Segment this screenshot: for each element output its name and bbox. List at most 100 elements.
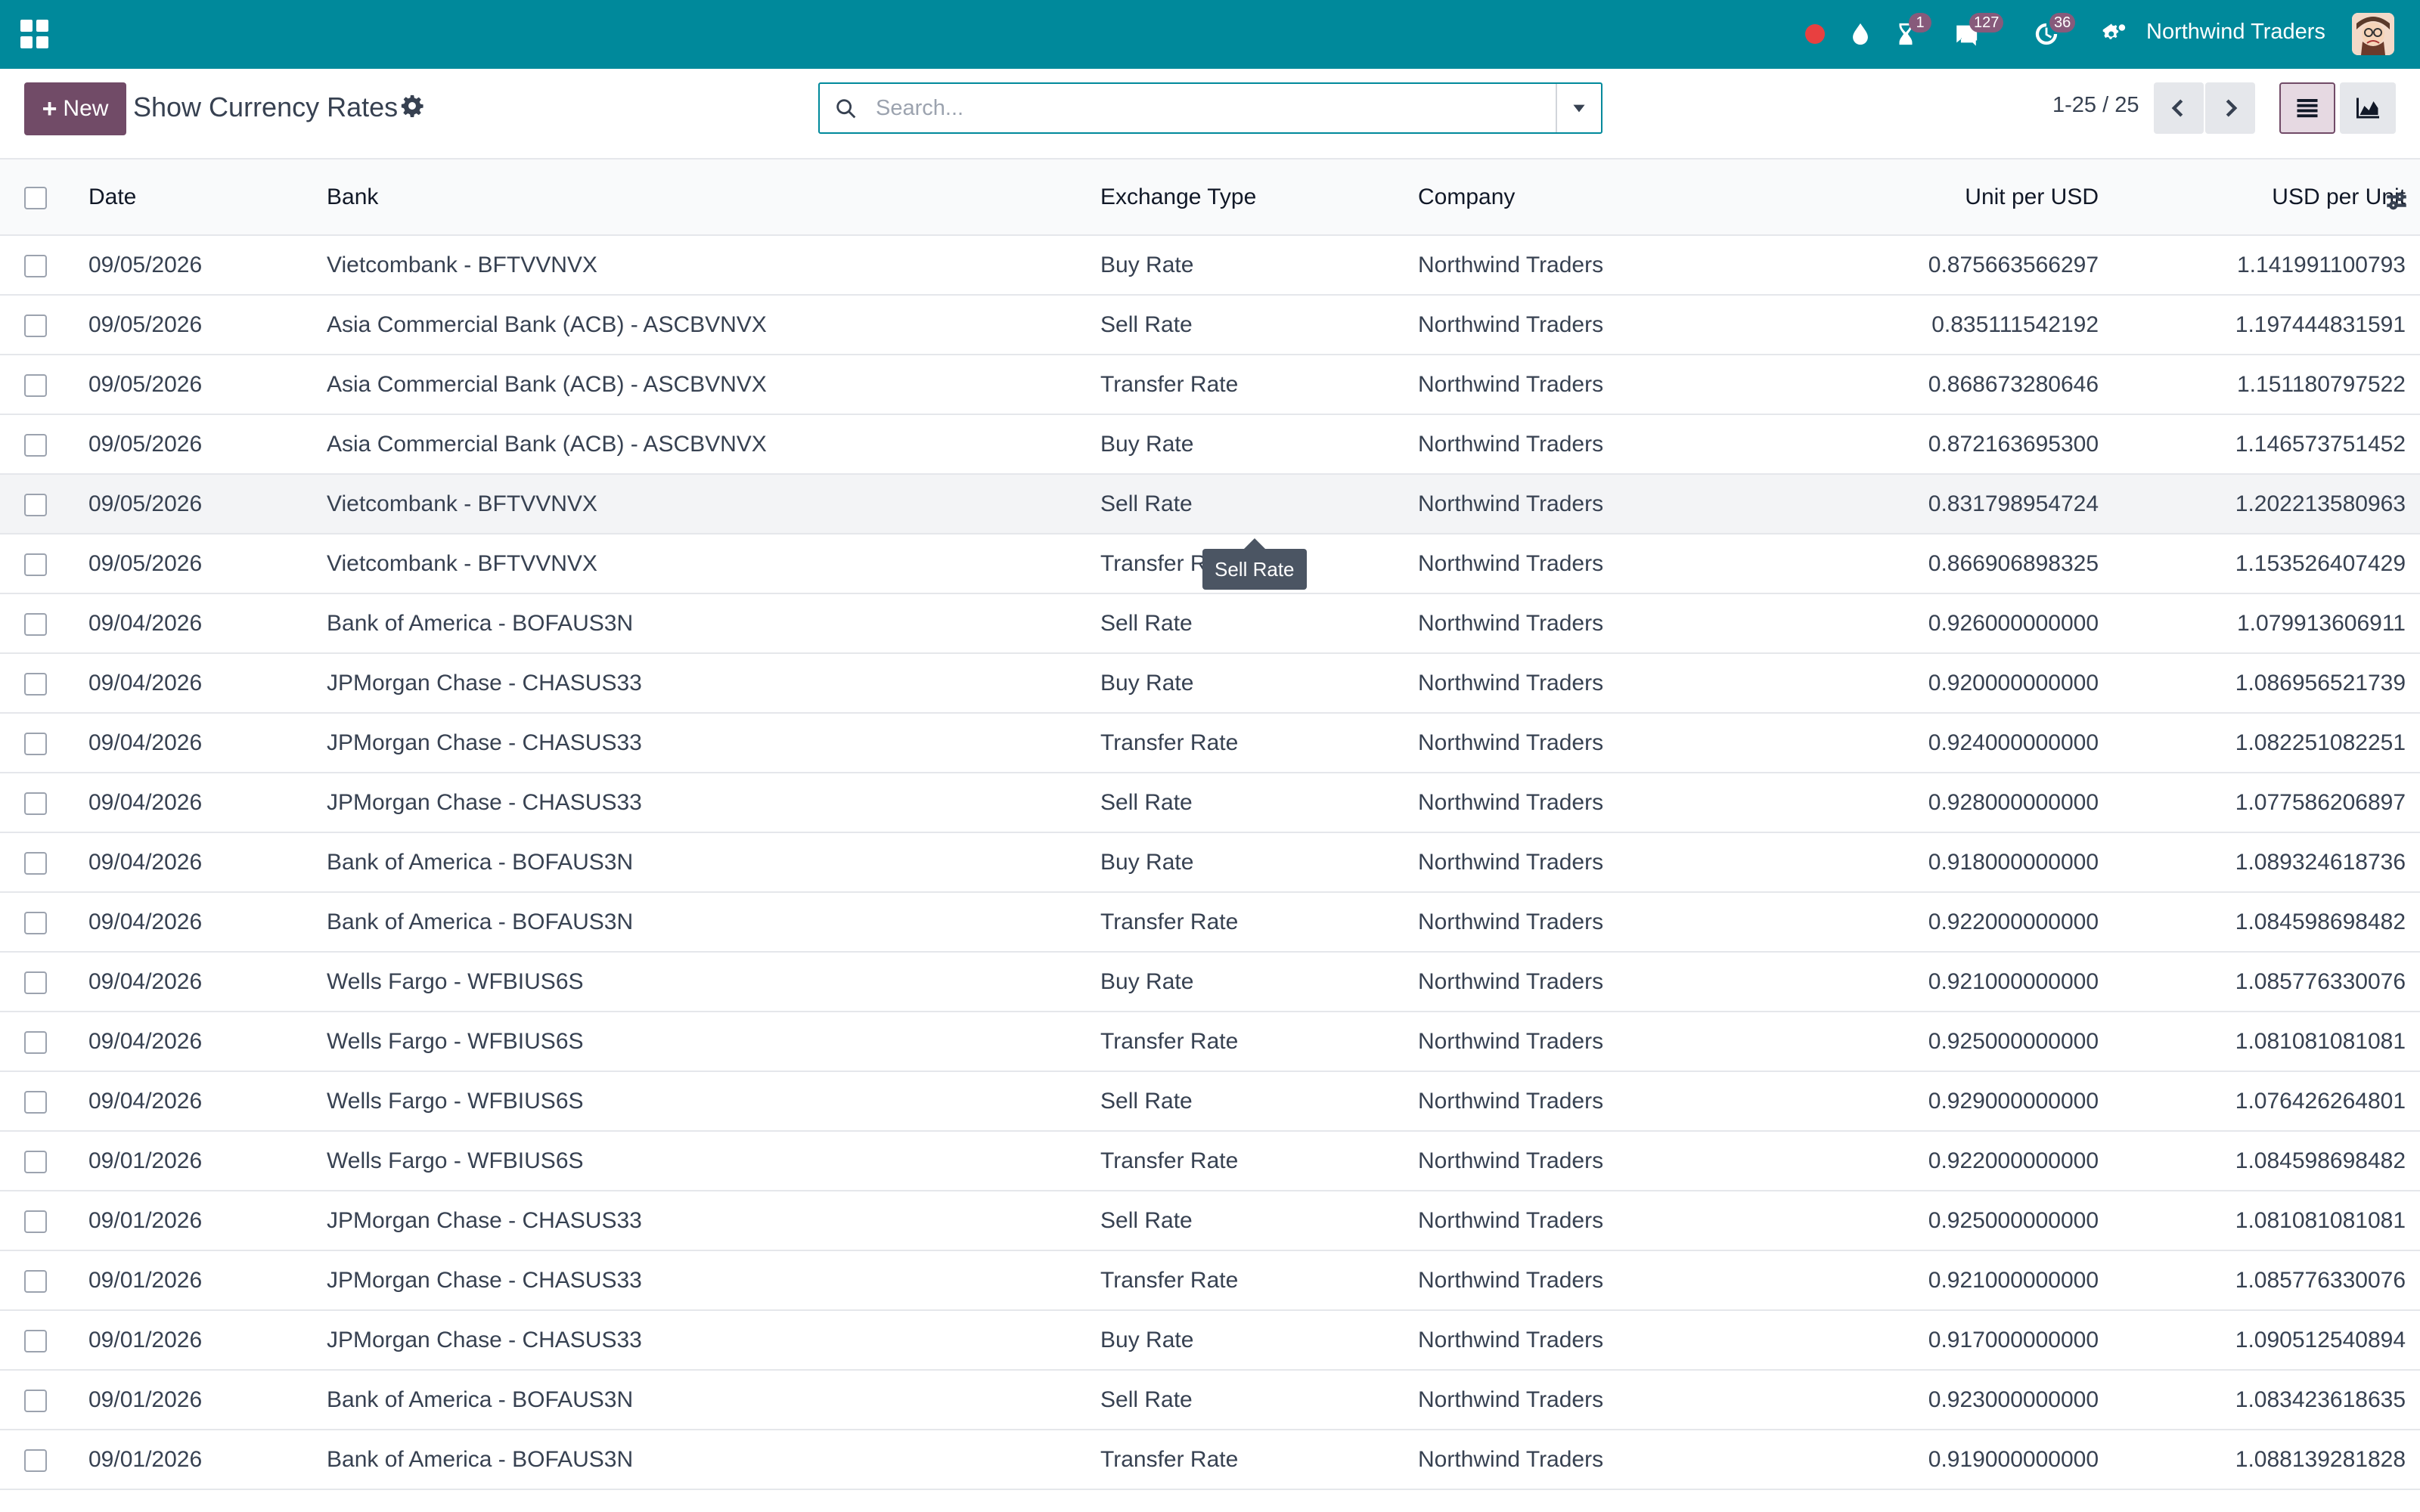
table-row[interactable]: 09/04/2026 JPMorgan Chase - CHASUS33 Buy R…	[0, 653, 2420, 714]
row-checkbox[interactable]	[24, 1448, 47, 1472]
table-row[interactable]: 09/04/2026 Bank of America - BOFAUS3N Buy …	[0, 832, 2420, 893]
row-checkbox[interactable]	[24, 612, 47, 636]
column-header-exchange-type[interactable]: Exchange Type	[1100, 160, 1418, 236]
row-checkbox[interactable]	[24, 254, 47, 277]
row-checkbox[interactable]	[24, 1150, 47, 1173]
table-row[interactable]: 09/01/2026 JPMorgan Chase - CHASUS33 Trans…	[0, 1250, 2420, 1311]
table-row[interactable]: 09/05/2026 Asia Commercial Bank (ACB) - A…	[0, 355, 2420, 415]
row-checkbox[interactable]	[24, 971, 47, 994]
row-checkbox[interactable]	[24, 433, 47, 457]
company-switcher[interactable]: Northwind Traders	[2146, 20, 2325, 45]
pager-previous-button[interactable]	[2154, 82, 2204, 134]
cell-exchange-type: Transfer Rate	[1100, 1012, 1418, 1072]
cell-unit-per-usd: 0.866906898325	[1766, 534, 2099, 594]
column-header-unit-per-usd[interactable]: Unit per USD	[1766, 160, 2099, 236]
timer-badge: 36	[2049, 13, 2076, 33]
cell-date: 09/04/2026	[88, 713, 327, 773]
column-header-bank[interactable]: Bank	[327, 160, 1100, 236]
table-row[interactable]: 09/05/2026 Asia Commercial Bank (ACB) - A…	[0, 414, 2420, 475]
cell-exchange-type: Buy Rate	[1100, 235, 1418, 296]
column-header-date[interactable]: Date	[88, 160, 327, 236]
cell-company: Northwind Traders	[1418, 295, 1766, 355]
row-checkbox-cell	[0, 1191, 88, 1251]
table-row[interactable]: 09/01/2026 JPMorgan Chase - CHASUS33 Buy R…	[0, 1310, 2420, 1371]
row-checkbox[interactable]	[24, 1210, 47, 1233]
cell-company: Northwind Traders	[1418, 235, 1766, 296]
table-row[interactable]: 09/04/2026 JPMorgan Chase - CHASUS33 Trans…	[0, 713, 2420, 773]
table-row[interactable]: 09/01/2026 Bank of America - BOFAUS3N Tran…	[0, 1430, 2420, 1490]
caret-down-icon	[1573, 104, 1585, 113]
table-row[interactable]: 09/01/2026 JPMorgan Chase - CHASUS33 Sell …	[0, 1191, 2420, 1251]
cell-unit-per-usd: 0.920000000000	[1766, 653, 2099, 714]
row-checkbox[interactable]	[24, 1090, 47, 1114]
user-avatar[interactable]	[2352, 13, 2394, 55]
search-box	[818, 82, 1602, 134]
cell-spacer	[2406, 713, 2420, 773]
row-checkbox[interactable]	[24, 792, 47, 815]
table-row[interactable]: 09/04/2026 Wells Fargo - WFBIUS6S Buy Rate…	[0, 952, 2420, 1012]
row-checkbox[interactable]	[24, 553, 47, 576]
row-checkbox[interactable]	[24, 672, 47, 696]
row-checkbox-cell	[0, 773, 88, 833]
table-row[interactable]: 09/04/2026 JPMorgan Chase - CHASUS33 Sell …	[0, 773, 2420, 833]
row-checkbox-cell	[0, 593, 88, 654]
cell-bank: Wells Fargo - WFBIUS6S	[327, 1071, 1100, 1132]
row-checkbox[interactable]	[24, 314, 47, 337]
activities-hourglass-icon[interactable]: 1	[1891, 13, 1931, 49]
table-row[interactable]: 09/01/2026 Bank of America - BOFAUS3N Sell…	[0, 1370, 2420, 1430]
table-row[interactable]: 09/05/2026 Vietcombank - BFTVVNVX Sell Rat…	[0, 474, 2420, 534]
cell-bank: Vietcombank - BFTVVNVX	[327, 534, 1100, 594]
search-options-toggle[interactable]	[1556, 84, 1601, 132]
settings-gears-icon[interactable]	[2099, 19, 2130, 49]
droplet-icon[interactable]	[1845, 19, 1876, 49]
row-checkbox-cell	[0, 1131, 88, 1191]
search-input[interactable]	[876, 91, 1534, 125]
table-row[interactable]: 09/04/2026 Bank of America - BOFAUS3N Tran…	[0, 892, 2420, 953]
row-checkbox[interactable]	[24, 493, 47, 516]
new-button[interactable]: + New	[24, 82, 126, 135]
row-checkbox[interactable]	[24, 373, 47, 397]
cell-usd-per-unit: 1.084598698482	[2099, 1131, 2406, 1191]
messages-chat-icon[interactable]: 127	[1951, 13, 2004, 49]
table-row[interactable]: 09/04/2026 Bank of America - BOFAUS3N Sell…	[0, 593, 2420, 654]
recording-indicator-icon[interactable]	[1805, 24, 1825, 44]
cell-company: Northwind Traders	[1418, 1071, 1766, 1132]
cell-spacer	[2406, 832, 2420, 893]
optional-columns-toggle-icon[interactable]	[2384, 188, 2409, 214]
cell-date: 09/04/2026	[88, 1012, 327, 1072]
pager-next-button[interactable]	[2205, 82, 2255, 134]
row-checkbox[interactable]	[24, 1389, 47, 1412]
apps-menu-icon[interactable]	[20, 20, 49, 48]
cell-usd-per-unit: 1.081081081081	[2099, 1191, 2406, 1251]
cell-usd-per-unit: 1.151180797522	[2099, 355, 2406, 415]
table-row[interactable]: 09/01/2026 Wells Fargo - WFBIUS6S Transfer…	[0, 1131, 2420, 1191]
column-header-company[interactable]: Company	[1418, 160, 1766, 236]
cell-bank: JPMorgan Chase - CHASUS33	[327, 1191, 1100, 1251]
table-row[interactable]: 09/05/2026 Vietcombank - BFTVVNVX Buy Rate…	[0, 235, 2420, 296]
cell-exchange-type: Buy Rate	[1100, 653, 1418, 714]
cell-usd-per-unit: 1.084598698482	[2099, 892, 2406, 953]
row-checkbox[interactable]	[24, 1030, 47, 1054]
row-checkbox[interactable]	[24, 1269, 47, 1293]
table-row[interactable]: 09/04/2026 Wells Fargo - WFBIUS6S Sell Rat…	[0, 1071, 2420, 1132]
row-checkbox[interactable]	[24, 1329, 47, 1352]
table-row[interactable]: 09/04/2026 Wells Fargo - WFBIUS6S Transfer…	[0, 1012, 2420, 1072]
list-view-button[interactable]	[2279, 82, 2335, 134]
pager-value[interactable]: 1-25 / 25	[2052, 93, 2139, 118]
cell-company: Northwind Traders	[1418, 773, 1766, 833]
chevron-right-icon	[2226, 99, 2238, 117]
table-row[interactable]: 09/05/2026 Asia Commercial Bank (ACB) - A…	[0, 295, 2420, 355]
row-checkbox[interactable]	[24, 911, 47, 934]
actions-gear-icon[interactable]	[399, 93, 425, 119]
row-checkbox[interactable]	[24, 851, 47, 875]
cell-spacer	[2406, 534, 2420, 594]
timer-clock-icon[interactable]: 36	[2031, 13, 2076, 49]
select-all-checkbox[interactable]	[24, 186, 47, 209]
cell-date: 09/01/2026	[88, 1430, 327, 1490]
cell-exchange-type: Transfer Rate	[1100, 713, 1418, 773]
graph-view-button[interactable]	[2340, 82, 2396, 134]
cell-usd-per-unit: 1.085776330076	[2099, 1250, 2406, 1311]
cell-exchange-type: Sell Rate	[1100, 1191, 1418, 1251]
row-checkbox[interactable]	[24, 732, 47, 755]
column-header-usd-per-unit[interactable]: USD per Unit	[2099, 160, 2406, 236]
